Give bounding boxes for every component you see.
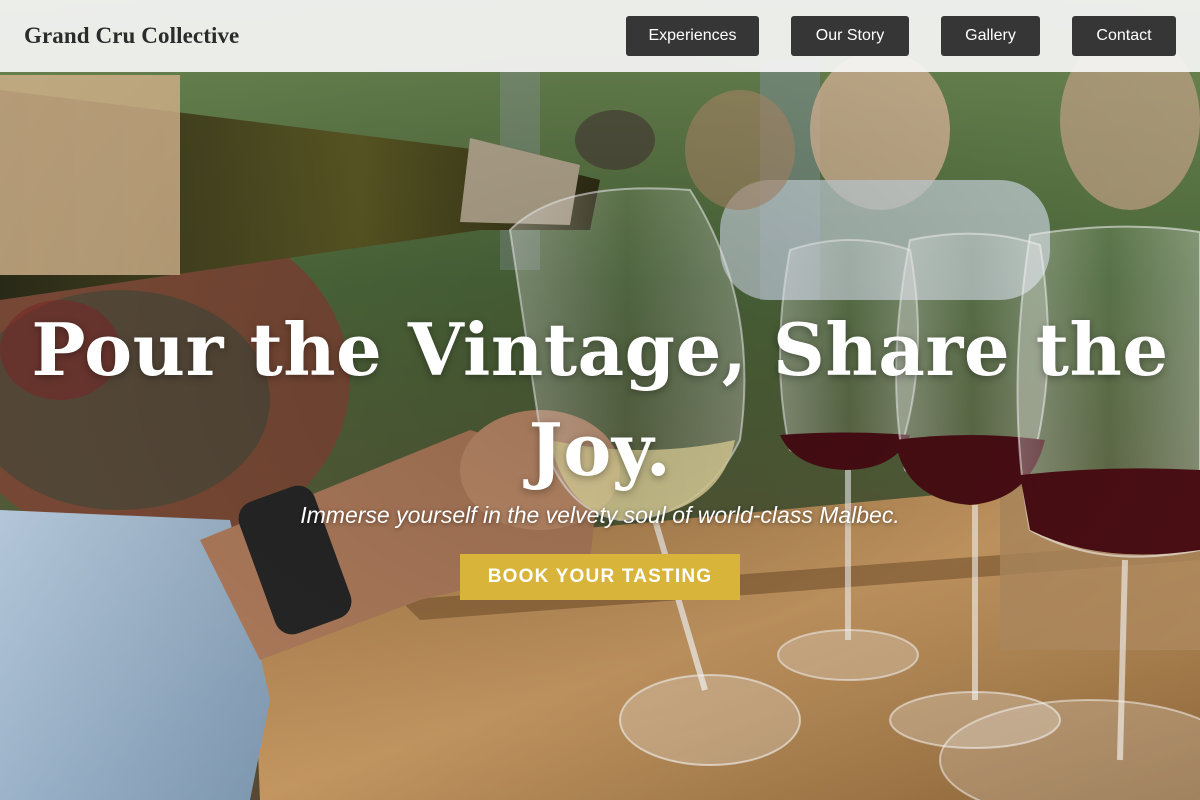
- cta-container: BOOK YOUR TASTING: [0, 554, 1200, 600]
- brand-logo-text[interactable]: Grand Cru Collective: [24, 23, 239, 49]
- top-navbar: Grand Cru Collective Experiences Our Sto…: [0, 0, 1200, 72]
- nav-contact-button[interactable]: Contact: [1072, 16, 1176, 56]
- hero-subtitle: Immerse yourself in the velvety soul of …: [300, 502, 900, 528]
- nav-experiences-button[interactable]: Experiences: [626, 16, 759, 56]
- hero-section: Pour the Vintage, Share the Joy. Immerse…: [0, 300, 1200, 600]
- nav-gallery-button[interactable]: Gallery: [941, 16, 1040, 56]
- book-tasting-button[interactable]: BOOK YOUR TASTING: [460, 554, 740, 600]
- nav-our-story-button[interactable]: Our Story: [791, 16, 909, 56]
- hero-title: Pour the Vintage, Share the Joy.: [31, 307, 1169, 492]
- main-nav: Experiences Our Story Gallery Contact: [594, 16, 1176, 56]
